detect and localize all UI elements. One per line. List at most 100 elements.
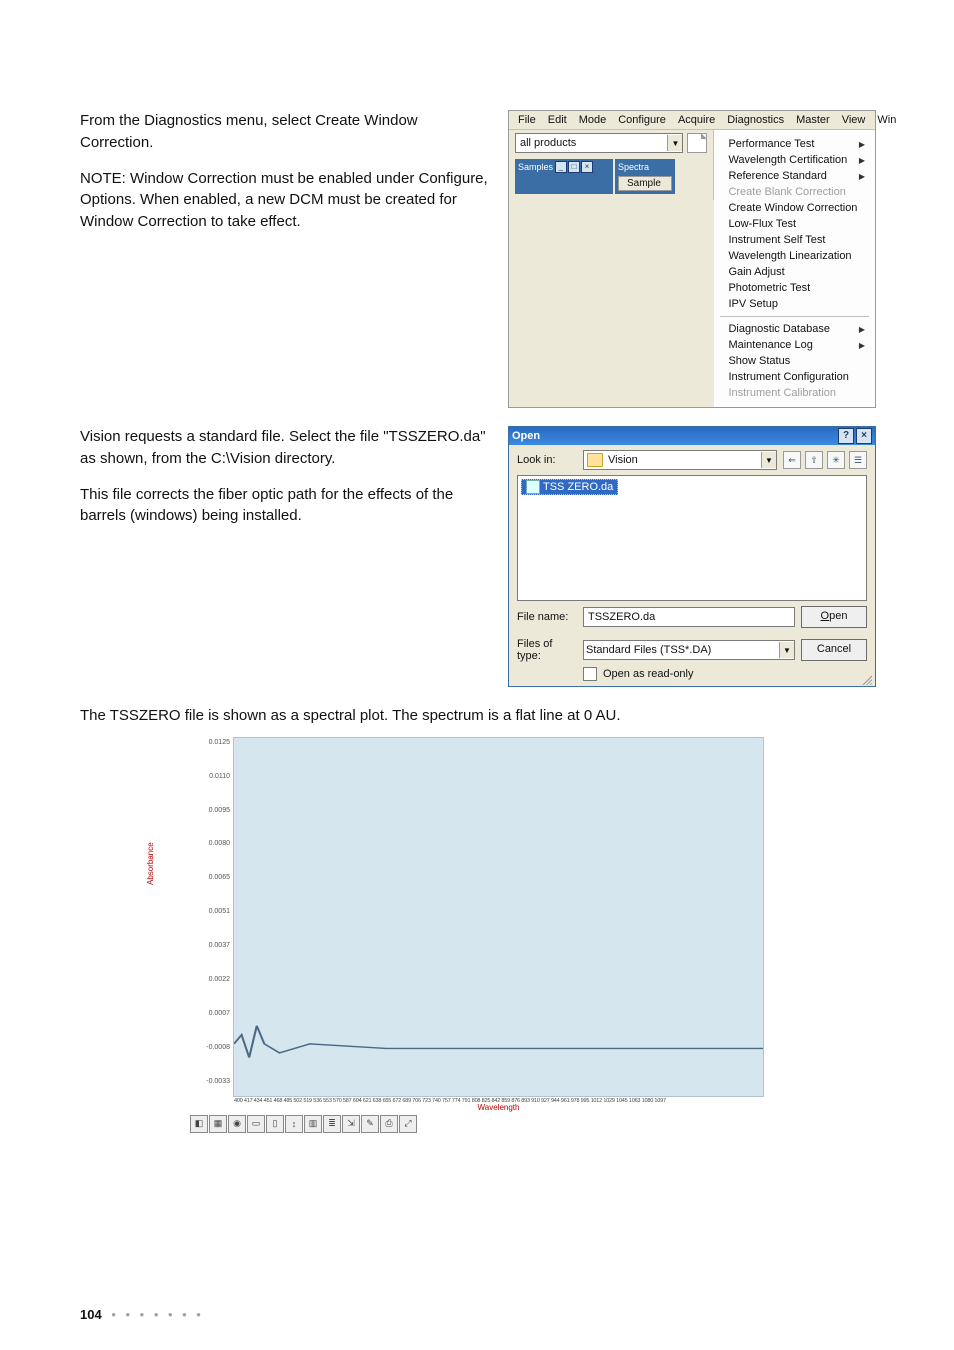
close-icon[interactable]: × [581, 161, 593, 173]
menu-edit[interactable]: Edit [542, 113, 573, 127]
page-footer: 104 • • • • • • • [80, 1307, 204, 1322]
menu-item[interactable]: Photometric Test [714, 280, 875, 296]
para-5: The TSSZERO file is shown as a spectral … [80, 705, 874, 727]
x-axis-label: Wavelength [234, 1103, 763, 1112]
filename-input[interactable]: TSSZERO.da [583, 607, 795, 627]
lookin-label: Look in: [517, 454, 577, 466]
y-tick: 0.0125 [209, 739, 230, 746]
menu-item[interactable]: Show Status [714, 353, 875, 369]
chevron-down-icon[interactable]: ▼ [779, 642, 794, 658]
mdi-spectra-title: Spectra [618, 162, 649, 172]
tool-icon[interactable]: ⎙ [380, 1115, 398, 1133]
y-tick: 0.0007 [209, 1010, 230, 1017]
menu-win[interactable]: Win [871, 113, 902, 127]
menu-item[interactable]: Low-Flux Test [714, 216, 875, 232]
tool-icon[interactable]: ⇲ [342, 1115, 360, 1133]
y-tick: 0.0037 [209, 942, 230, 949]
mdi-samples-title: Samples [518, 162, 553, 172]
folder-icon [587, 453, 603, 467]
open-button[interactable]: Open [801, 606, 867, 628]
file-item-label: TSS ZERO.da [543, 481, 613, 493]
product-combo-value: all products [516, 137, 667, 149]
open-dialog: Open ? × Look in: Vision ▼ ⇐ ⇧ [508, 426, 876, 687]
chevron-down-icon[interactable]: ▼ [761, 452, 776, 468]
menu-item[interactable]: Performance Test [714, 136, 875, 152]
filetype-label: Files of type: [517, 638, 577, 662]
page-number: 104 [80, 1307, 102, 1322]
tool-icon[interactable]: ▭ [247, 1115, 265, 1133]
menu-item[interactable]: Instrument Configuration [714, 369, 875, 385]
new-document-icon[interactable] [687, 133, 707, 153]
menu-item[interactable]: Reference Standard [714, 168, 875, 184]
resize-grip-icon[interactable] [860, 673, 872, 685]
readonly-checkbox[interactable] [583, 667, 597, 681]
para-4: This file corrects the fiber optic path … [80, 484, 490, 528]
tool-icon[interactable]: ▯ [266, 1115, 284, 1133]
footer-dots-icon: • • • • • • • [111, 1307, 204, 1322]
view-menu-icon[interactable]: ☰ [849, 451, 867, 469]
para-1: From the Diagnostics menu, select Create… [80, 110, 490, 154]
y-axis-label: Absorbance [146, 842, 155, 885]
menu-acquire[interactable]: Acquire [672, 113, 721, 127]
menu-mode[interactable]: Mode [573, 113, 613, 127]
new-folder-icon[interactable]: ✳ [827, 451, 845, 469]
y-tick: -0.0008 [206, 1044, 230, 1051]
back-icon[interactable]: ⇐ [783, 451, 801, 469]
tool-icon[interactable]: ◧ [190, 1115, 208, 1133]
filetype-combo[interactable]: Standard Files (TSS*.DA) ▼ [583, 640, 795, 660]
maximize-icon[interactable]: □ [568, 161, 580, 173]
y-tick: 0.0065 [209, 874, 230, 881]
tool-icon[interactable]: ≣ [323, 1115, 341, 1133]
tool-icon[interactable]: ▥ [304, 1115, 322, 1133]
menu-item[interactable]: Wavelength Linearization [714, 248, 875, 264]
help-icon[interactable]: ? [838, 428, 854, 444]
menu-item[interactable]: Instrument Self Test [714, 232, 875, 248]
sample-tab[interactable]: Sample [618, 176, 672, 191]
tool-icon[interactable]: ↕ [285, 1115, 303, 1133]
minimize-icon[interactable]: _ [555, 161, 567, 173]
tool-icon[interactable]: ◉ [228, 1115, 246, 1133]
chevron-down-icon[interactable]: ▼ [667, 135, 682, 151]
tool-icon[interactable]: ⤢ [399, 1115, 417, 1133]
y-tick: 0.0080 [209, 840, 230, 847]
para-2: NOTE: Window Correction must be enabled … [80, 168, 490, 233]
menu-master[interactable]: Master [790, 113, 836, 127]
y-tick: -0.0033 [206, 1078, 230, 1085]
menu-item[interactable]: Wavelength Certification [714, 152, 875, 168]
menu-file[interactable]: File [512, 113, 542, 127]
cancel-button[interactable]: Cancel [801, 639, 867, 661]
spectrum-line [234, 1026, 763, 1058]
file-item-selected[interactable]: TSS ZERO.da [521, 479, 618, 495]
menu-item[interactable]: Create Window Correction [714, 200, 875, 216]
product-combo[interactable]: all products ▼ [515, 133, 683, 153]
menu-configure[interactable]: Configure [612, 113, 672, 127]
tool-icon[interactable]: ▦ [209, 1115, 227, 1133]
menu-item: Create Blank Correction [714, 184, 875, 200]
spectral-plot: Absorbance 0.01250.01100.00950.00800.006… [190, 737, 764, 1133]
dialog-title: Open [512, 430, 540, 442]
para-3: Vision requests a standard file. Select … [80, 426, 490, 470]
menu-view[interactable]: View [836, 113, 872, 127]
readonly-label: Open as read-only [603, 668, 867, 680]
mdi-spectra-window: Spectra Sample [615, 159, 675, 194]
mdi-samples-window: Samples _ □ × [515, 159, 613, 194]
menu-item: Instrument Calibration [714, 385, 875, 401]
filetype-value: Standard Files (TSS*.DA) [584, 644, 779, 656]
lookin-combo[interactable]: Vision ▼ [583, 450, 777, 470]
file-list[interactable]: TSS ZERO.da [517, 475, 867, 601]
y-tick: 0.0051 [209, 908, 230, 915]
menu-diagnostics[interactable]: Diagnostics [721, 113, 790, 127]
lookin-value: Vision [606, 454, 761, 466]
y-tick: 0.0095 [209, 807, 230, 814]
app-window-screenshot: FileEditModeConfigureAcquireDiagnosticsM… [508, 110, 876, 408]
menu-item[interactable]: IPV Setup [714, 296, 875, 312]
up-icon[interactable]: ⇧ [805, 451, 823, 469]
y-tick: 0.0110 [209, 773, 230, 780]
close-icon[interactable]: × [856, 428, 872, 444]
plot-toolbar: ◧ ▦ ◉ ▭ ▯ ↕ ▥ ≣ ⇲ ✎ ⎙ ⤢ [190, 1115, 764, 1133]
menu-item[interactable]: Maintenance Log [714, 337, 875, 353]
menu-item[interactable]: Diagnostic Database [714, 321, 875, 337]
menu-item[interactable]: Gain Adjust [714, 264, 875, 280]
y-tick: 0.0022 [209, 976, 230, 983]
tool-icon[interactable]: ✎ [361, 1115, 379, 1133]
